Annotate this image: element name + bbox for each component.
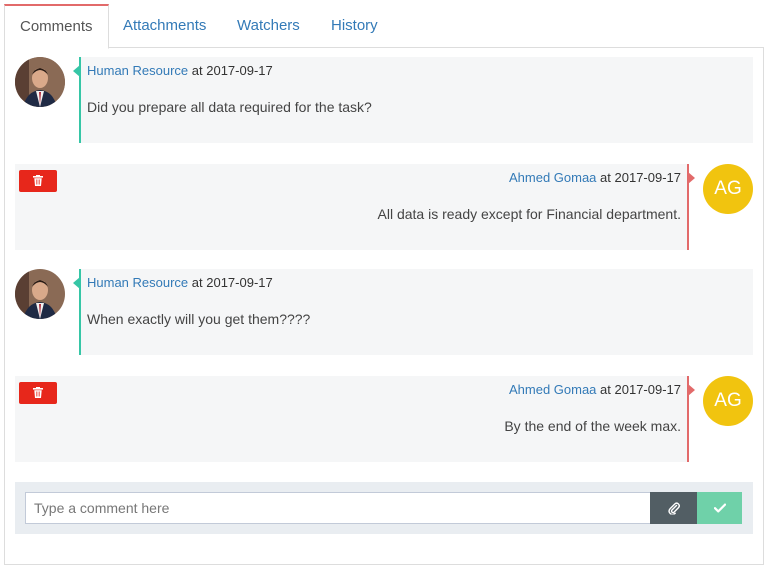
comment-bubble: Ahmed Gomaa at 2017-09-17 By the end of … <box>15 376 695 462</box>
comments-panel: Human Resource at 2017-09-17 Did you pre… <box>4 47 764 565</box>
check-icon <box>713 503 726 513</box>
comment-item: Ahmed Gomaa at 2017-09-17 All data is re… <box>15 164 753 250</box>
comment-item: Human Resource at 2017-09-17 When exactl… <box>15 269 753 355</box>
delete-comment-button[interactable] <box>19 382 57 404</box>
comment-date: at 2017-09-17 <box>191 275 273 290</box>
comment-bubble: Human Resource at 2017-09-17 When exactl… <box>73 269 753 355</box>
comment-author-link[interactable]: Human Resource <box>87 275 188 290</box>
comment-author-link[interactable]: Ahmed Gomaa <box>509 170 596 185</box>
comment-bubble: Ahmed Gomaa at 2017-09-17 All data is re… <box>15 164 695 250</box>
comment-meta: Ahmed Gomaa at 2017-09-17 <box>509 382 681 397</box>
tab-history[interactable]: History <box>316 4 393 48</box>
attach-button[interactable] <box>650 492 697 524</box>
user-initials-avatar: AG <box>703 376 753 426</box>
comment-text: All data is ready except for Financial d… <box>377 206 682 222</box>
tab-bar: Comments Attachments Watchers History <box>4 4 764 49</box>
trash-icon <box>33 387 43 398</box>
comment-text: When exactly will you get them???? <box>87 311 311 327</box>
comment-meta: Human Resource at 2017-09-17 <box>87 63 273 78</box>
paperclip-icon <box>667 502 680 515</box>
comment-composer <box>15 482 753 534</box>
user-avatar <box>15 269 65 319</box>
comment-date: at 2017-09-17 <box>600 382 681 397</box>
comment-date: at 2017-09-17 <box>191 63 273 78</box>
comment-item: Ahmed Gomaa at 2017-09-17 By the end of … <box>15 376 753 462</box>
send-comment-button[interactable] <box>697 492 742 524</box>
comment-meta: Human Resource at 2017-09-17 <box>87 275 273 290</box>
comment-text: Did you prepare all data required for th… <box>87 99 372 115</box>
comment-item: Human Resource at 2017-09-17 Did you pre… <box>15 57 753 143</box>
comment-author-link[interactable]: Human Resource <box>87 63 188 78</box>
delete-comment-button[interactable] <box>19 170 57 192</box>
comment-input[interactable] <box>25 492 650 524</box>
tab-comments[interactable]: Comments <box>4 4 109 49</box>
user-initials-avatar: AG <box>703 164 753 214</box>
comment-author-link[interactable]: Ahmed Gomaa <box>509 382 596 397</box>
user-avatar <box>15 57 65 107</box>
tab-attachments[interactable]: Attachments <box>108 4 221 48</box>
comment-text: By the end of the week max. <box>504 418 681 434</box>
comment-bubble: Human Resource at 2017-09-17 Did you pre… <box>73 57 753 143</box>
comment-date: at 2017-09-17 <box>600 170 681 185</box>
comment-meta: Ahmed Gomaa at 2017-09-17 <box>509 170 681 185</box>
tab-watchers[interactable]: Watchers <box>222 4 315 48</box>
trash-icon <box>33 175 43 186</box>
